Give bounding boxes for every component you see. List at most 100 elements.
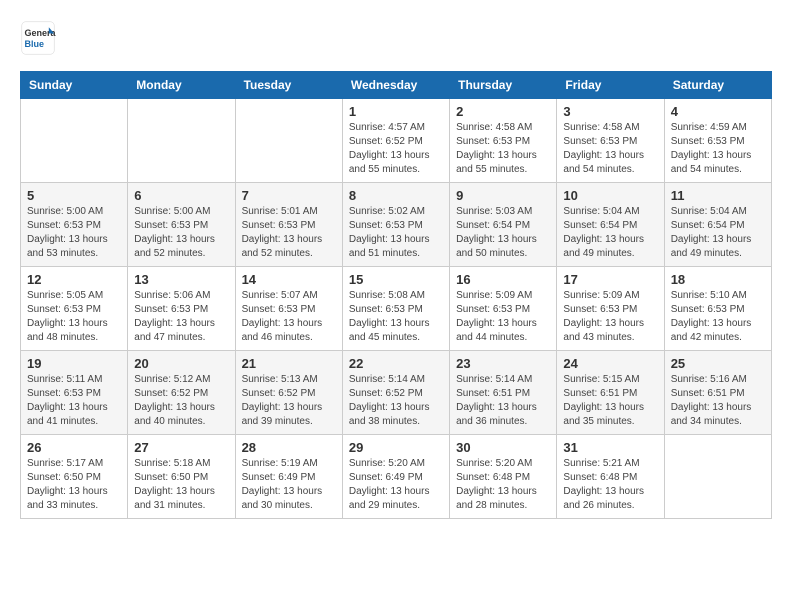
calendar-cell: 8 Sunrise: 5:02 AM Sunset: 6:53 PM Daylig… [342, 183, 449, 267]
day-info: Sunrise: 5:14 AM Sunset: 6:52 PM Dayligh… [349, 373, 443, 429]
day-info: Sunrise: 4:58 AM Sunset: 6:53 PM Dayligh… [563, 121, 657, 177]
day-info: Sunrise: 5:17 AM Sunset: 6:50 PM Dayligh… [27, 457, 121, 513]
calendar-cell: 29Sunrise: 5:20 AM Sunset: 6:49 PM Dayli… [342, 435, 449, 519]
day-info: Sunrise: 5:00 AM Sunset: 6:53 PM Dayligh… [134, 205, 228, 261]
day-info: Sunrise: 5:11 AM Sunset: 6:53 PM Dayligh… [27, 373, 121, 429]
calendar-cell: 14Sunrise: 5:07 AM Sunset: 6:53 PM Dayli… [235, 267, 342, 351]
day-number: 7 [242, 188, 336, 203]
day-number: 13 [134, 272, 228, 287]
day-number: 30 [456, 440, 550, 455]
day-info: Sunrise: 5:18 AM Sunset: 6:50 PM Dayligh… [134, 457, 228, 513]
calendar-cell: 28Sunrise: 5:19 AM Sunset: 6:49 PM Dayli… [235, 435, 342, 519]
calendar-cell [128, 99, 235, 183]
header-day-tuesday: Tuesday [235, 72, 342, 99]
day-number: 24 [563, 356, 657, 371]
day-number: 20 [134, 356, 228, 371]
day-info: Sunrise: 4:58 AM Sunset: 6:53 PM Dayligh… [456, 121, 550, 177]
day-number: 17 [563, 272, 657, 287]
day-number: 3 [563, 104, 657, 119]
calendar-cell: 23 Sunrise: 5:14 AM Sunset: 6:51 PM Dayli… [450, 351, 557, 435]
calendar-body: 1 Sunrise: 4:57 AM Sunset: 6:52 PM Daylig… [21, 99, 772, 519]
week-row-4: 19 Sunrise: 5:11 AM Sunset: 6:53 PM Dayli… [21, 351, 772, 435]
calendar-cell [21, 99, 128, 183]
day-number: 16 [456, 272, 550, 287]
calendar-cell: 4 Sunrise: 4:59 AM Sunset: 6:53 PM Daylig… [664, 99, 771, 183]
week-row-2: 5 Sunrise: 5:00 AM Sunset: 6:53 PM Daylig… [21, 183, 772, 267]
svg-text:Blue: Blue [25, 39, 45, 49]
day-number: 12 [27, 272, 121, 287]
calendar-cell: 10 Sunrise: 5:04 AM Sunset: 6:54 PM Dayli… [557, 183, 664, 267]
calendar-cell [235, 99, 342, 183]
week-row-5: 26Sunrise: 5:17 AM Sunset: 6:50 PM Dayli… [21, 435, 772, 519]
calendar-cell: 3 Sunrise: 4:58 AM Sunset: 6:53 PM Daylig… [557, 99, 664, 183]
calendar-cell: 13 Sunrise: 5:06 AM Sunset: 6:53 PM Dayli… [128, 267, 235, 351]
calendar-cell: 19 Sunrise: 5:11 AM Sunset: 6:53 PM Dayli… [21, 351, 128, 435]
day-number: 6 [134, 188, 228, 203]
calendar-cell: 27Sunrise: 5:18 AM Sunset: 6:50 PM Dayli… [128, 435, 235, 519]
day-number: 5 [27, 188, 121, 203]
calendar-cell: 22 Sunrise: 5:14 AM Sunset: 6:52 PM Dayli… [342, 351, 449, 435]
day-info: Sunrise: 5:16 AM Sunset: 6:51 PM Dayligh… [671, 373, 765, 429]
day-number: 25 [671, 356, 765, 371]
day-number: 2 [456, 104, 550, 119]
calendar-cell: 7Sunrise: 5:01 AM Sunset: 6:53 PM Daylig… [235, 183, 342, 267]
day-number: 10 [563, 188, 657, 203]
calendar-cell: 25 Sunrise: 5:16 AM Sunset: 6:51 PM Dayli… [664, 351, 771, 435]
day-number: 18 [671, 272, 765, 287]
day-info: Sunrise: 5:06 AM Sunset: 6:53 PM Dayligh… [134, 289, 228, 345]
day-info: Sunrise: 5:14 AM Sunset: 6:51 PM Dayligh… [456, 373, 550, 429]
page-header: General Blue [20, 20, 772, 56]
calendar-cell [664, 435, 771, 519]
day-number: 19 [27, 356, 121, 371]
calendar-cell: 9Sunrise: 5:03 AM Sunset: 6:54 PM Daylig… [450, 183, 557, 267]
header-day-thursday: Thursday [450, 72, 557, 99]
day-number: 22 [349, 356, 443, 371]
day-info: Sunrise: 4:59 AM Sunset: 6:53 PM Dayligh… [671, 121, 765, 177]
day-info: Sunrise: 5:00 AM Sunset: 6:53 PM Dayligh… [27, 205, 121, 261]
calendar-cell: 18 Sunrise: 5:10 AM Sunset: 6:53 PM Dayli… [664, 267, 771, 351]
day-number: 8 [349, 188, 443, 203]
day-number: 1 [349, 104, 443, 119]
day-number: 4 [671, 104, 765, 119]
day-info: Sunrise: 5:05 AM Sunset: 6:53 PM Dayligh… [27, 289, 121, 345]
day-info: Sunrise: 5:08 AM Sunset: 6:53 PM Dayligh… [349, 289, 443, 345]
day-info: Sunrise: 5:13 AM Sunset: 6:52 PM Dayligh… [242, 373, 336, 429]
header-day-sunday: Sunday [21, 72, 128, 99]
calendar-cell: 16 Sunrise: 5:09 AM Sunset: 6:53 PM Dayli… [450, 267, 557, 351]
calendar-header: SundayMondayTuesdayWednesdayThursdayFrid… [21, 72, 772, 99]
week-row-1: 1 Sunrise: 4:57 AM Sunset: 6:52 PM Daylig… [21, 99, 772, 183]
header-day-monday: Monday [128, 72, 235, 99]
calendar-cell: 21 Sunrise: 5:13 AM Sunset: 6:52 PM Dayli… [235, 351, 342, 435]
day-info: Sunrise: 5:20 AM Sunset: 6:49 PM Dayligh… [349, 457, 443, 513]
day-info: Sunrise: 5:02 AM Sunset: 6:53 PM Dayligh… [349, 205, 443, 261]
calendar-cell: 17 Sunrise: 5:09 AM Sunset: 6:53 PM Dayli… [557, 267, 664, 351]
day-info: Sunrise: 5:03 AM Sunset: 6:54 PM Dayligh… [456, 205, 550, 261]
calendar-cell: 30 Sunrise: 5:20 AM Sunset: 6:48 PM Dayli… [450, 435, 557, 519]
day-info: Sunrise: 5:12 AM Sunset: 6:52 PM Dayligh… [134, 373, 228, 429]
calendar-table: SundayMondayTuesdayWednesdayThursdayFrid… [20, 71, 772, 519]
day-info: Sunrise: 5:04 AM Sunset: 6:54 PM Dayligh… [671, 205, 765, 261]
day-info: Sunrise: 5:09 AM Sunset: 6:53 PM Dayligh… [563, 289, 657, 345]
day-info: Sunrise: 5:20 AM Sunset: 6:48 PM Dayligh… [456, 457, 550, 513]
header-row: SundayMondayTuesdayWednesdayThursdayFrid… [21, 72, 772, 99]
calendar-cell: 26Sunrise: 5:17 AM Sunset: 6:50 PM Dayli… [21, 435, 128, 519]
day-number: 21 [242, 356, 336, 371]
day-number: 11 [671, 188, 765, 203]
calendar-cell: 12 Sunrise: 5:05 AM Sunset: 6:53 PM Dayli… [21, 267, 128, 351]
day-info: Sunrise: 5:15 AM Sunset: 6:51 PM Dayligh… [563, 373, 657, 429]
logo-icon: General Blue [20, 20, 56, 56]
calendar-cell: 1 Sunrise: 4:57 AM Sunset: 6:52 PM Daylig… [342, 99, 449, 183]
day-info: Sunrise: 5:10 AM Sunset: 6:53 PM Dayligh… [671, 289, 765, 345]
calendar-cell: 2 Sunrise: 4:58 AM Sunset: 6:53 PM Daylig… [450, 99, 557, 183]
header-day-friday: Friday [557, 72, 664, 99]
calendar-cell: 11 Sunrise: 5:04 AM Sunset: 6:54 PM Dayli… [664, 183, 771, 267]
day-info: Sunrise: 5:09 AM Sunset: 6:53 PM Dayligh… [456, 289, 550, 345]
day-info: Sunrise: 5:19 AM Sunset: 6:49 PM Dayligh… [242, 457, 336, 513]
day-number: 23 [456, 356, 550, 371]
day-info: Sunrise: 5:04 AM Sunset: 6:54 PM Dayligh… [563, 205, 657, 261]
day-info: Sunrise: 4:57 AM Sunset: 6:52 PM Dayligh… [349, 121, 443, 177]
day-info: Sunrise: 5:07 AM Sunset: 6:53 PM Dayligh… [242, 289, 336, 345]
calendar-cell: 15Sunrise: 5:08 AM Sunset: 6:53 PM Dayli… [342, 267, 449, 351]
header-day-saturday: Saturday [664, 72, 771, 99]
logo: General Blue [20, 20, 61, 56]
